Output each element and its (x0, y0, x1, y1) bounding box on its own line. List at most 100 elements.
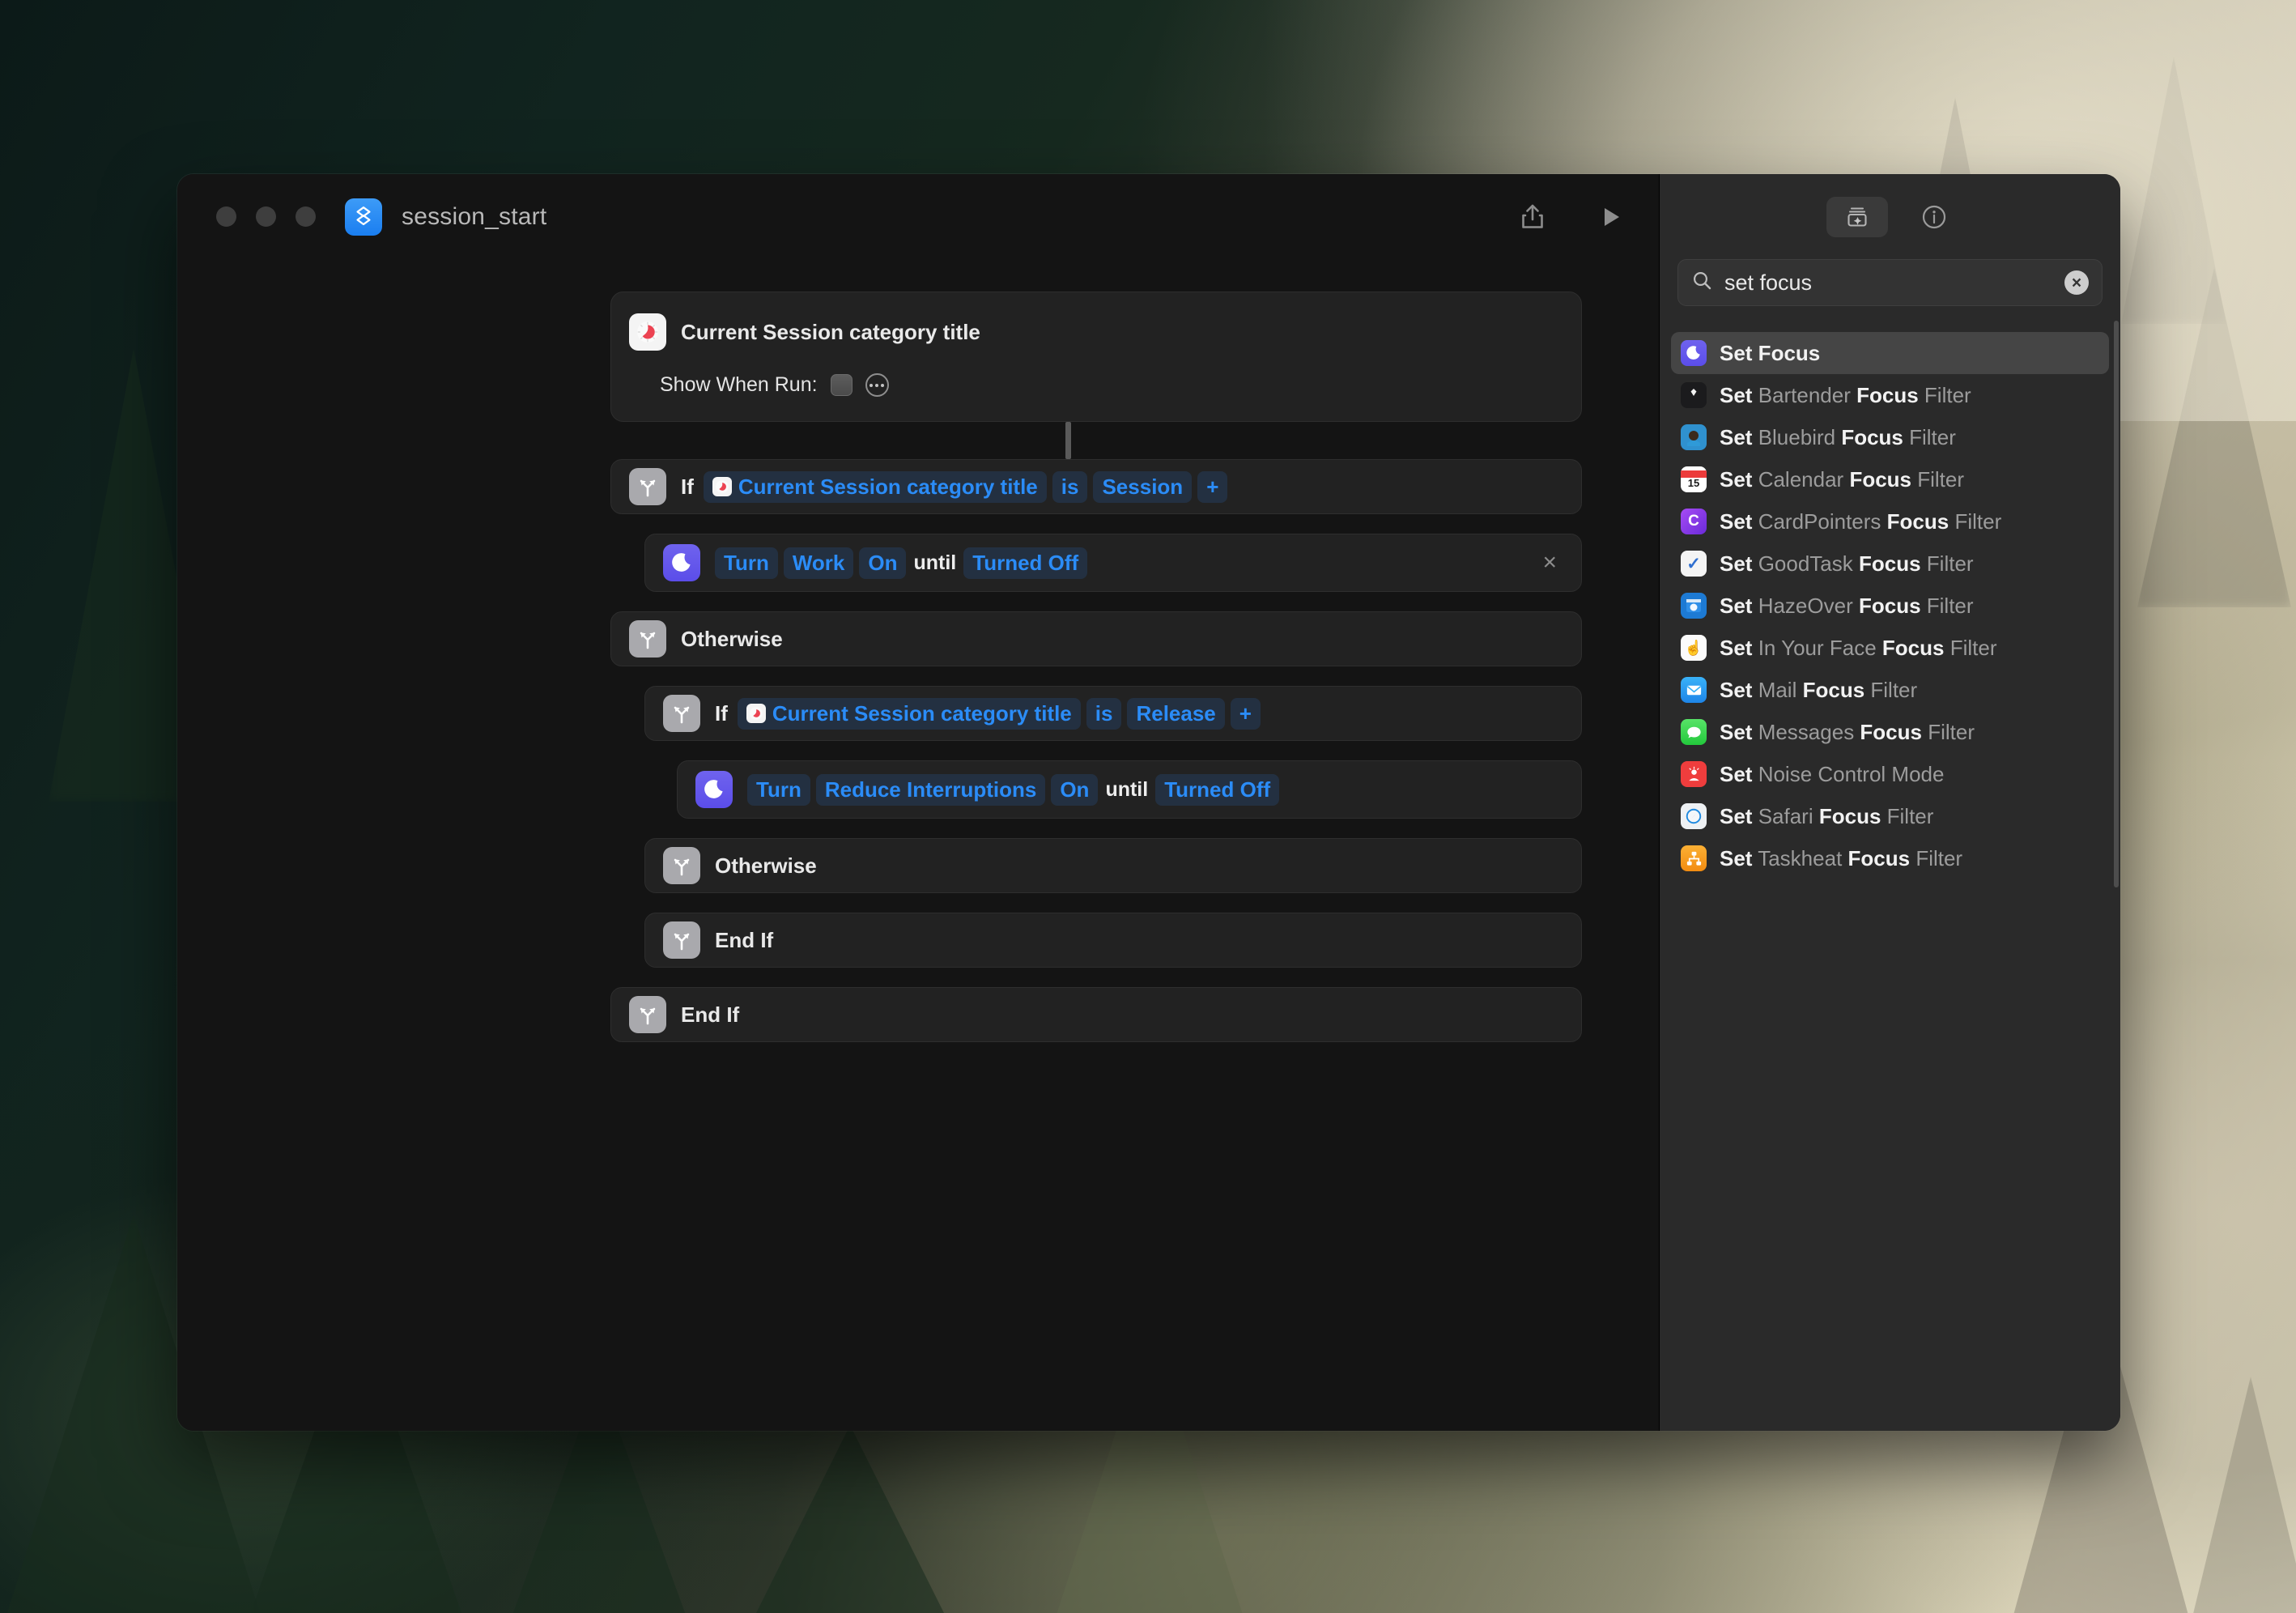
variable-label: Current Session category title (738, 475, 1038, 500)
minimize-button[interactable] (256, 206, 276, 227)
shortcuts-app-icon (345, 198, 382, 236)
run-button[interactable] (1589, 196, 1631, 238)
focus-moon-icon (695, 771, 733, 808)
panel-toolbar (1660, 174, 2120, 259)
branch-icon (629, 468, 666, 505)
show-when-run-toggle[interactable] (831, 374, 852, 396)
operator-token[interactable]: is (1052, 471, 1088, 503)
if-keyword: If (681, 475, 694, 500)
search-area: × (1660, 259, 2120, 306)
clear-search-icon[interactable]: × (2064, 270, 2089, 295)
action-row-end-if-outer[interactable]: End If (610, 987, 1582, 1042)
verb-token[interactable]: Turn (715, 547, 778, 579)
step-connector (1065, 422, 1071, 459)
noise-control-icon (1681, 761, 1707, 787)
session-mini-icon (746, 704, 766, 723)
until-label: until (913, 551, 956, 575)
action-title: Current Session category title (681, 320, 980, 345)
messages-icon (1681, 719, 1707, 745)
result-label: Set Messages Focus Filter (1720, 720, 1975, 745)
add-condition-button[interactable]: + (1231, 698, 1261, 730)
maximize-button[interactable] (296, 206, 316, 227)
action-library-panel: × Set Focus Set Bartender Focus Filter (1659, 174, 2120, 1431)
result-label: Set In Your Face Focus Filter (1720, 636, 1997, 661)
until-value-token[interactable]: Turned Off (1155, 774, 1279, 806)
action-row-set-focus-work[interactable]: Turn Work On until Turned Off × (644, 534, 1582, 592)
focus-moon-icon (1681, 340, 1707, 366)
branch-icon (629, 996, 666, 1033)
remove-action-icon[interactable]: × (1542, 551, 1557, 575)
until-value-token[interactable]: Turned Off (963, 547, 1087, 579)
variable-token[interactable]: Current Session category title (738, 698, 1081, 730)
result-label: Set CardPointers Focus Filter (1720, 509, 2001, 534)
end-if-label: End If (715, 928, 773, 953)
variable-token[interactable]: Current Session category title (704, 471, 1047, 503)
result-item-goodtask[interactable]: ✓ Set GoodTask Focus Filter (1671, 543, 2109, 585)
action-row-end-if-inner[interactable]: End If (644, 913, 1582, 968)
result-item-noise-control[interactable]: Set Noise Control Mode (1671, 753, 2109, 795)
action-row-if-2[interactable]: If Current Session category title is Rel… (644, 686, 1582, 741)
result-label: Set GoodTask Focus Filter (1720, 551, 1974, 577)
branch-icon (663, 695, 700, 732)
state-token[interactable]: On (859, 547, 906, 579)
desktop-wallpaper: session_start (0, 0, 2296, 1613)
shortcuts-window: session_start (177, 174, 2120, 1431)
focus-mode-token[interactable]: Work (784, 547, 854, 579)
result-item-bartender[interactable]: Set Bartender Focus Filter (1671, 374, 2109, 416)
bluebird-icon (1681, 424, 1707, 450)
action-card-session-title[interactable]: Current Session category title Show When… (610, 292, 1582, 422)
result-item-calendar[interactable]: 15 Set Calendar Focus Filter (1671, 458, 2109, 500)
value-token[interactable]: Session (1093, 471, 1192, 503)
calendar-icon: 15 (1681, 466, 1707, 492)
result-item-set-focus[interactable]: Set Focus (1671, 332, 2109, 374)
add-condition-button[interactable]: + (1197, 471, 1227, 503)
otherwise-label: Otherwise (681, 627, 783, 652)
focus-moon-icon (663, 544, 700, 581)
action-row-otherwise-2[interactable]: Otherwise (644, 838, 1582, 893)
branch-icon (663, 847, 700, 884)
search-input[interactable] (1724, 270, 2053, 296)
hazeover-icon (1681, 593, 1707, 619)
focus-mode-token[interactable]: Reduce Interruptions (816, 774, 1045, 806)
shortcut-editor-pane: session_start (177, 174, 1659, 1431)
result-item-taskheat[interactable]: Set Taskheat Focus Filter (1671, 837, 2109, 879)
show-when-run-label: Show When Run: (660, 373, 818, 397)
taskheat-icon (1681, 845, 1707, 871)
until-label: until (1105, 778, 1148, 802)
more-options-icon[interactable] (865, 373, 889, 397)
result-item-hazeover[interactable]: Set HazeOver Focus Filter (1671, 585, 2109, 627)
operator-token[interactable]: is (1086, 698, 1122, 730)
result-item-in-your-face[interactable]: ☝ Set In Your Face Focus Filter (1671, 627, 2109, 669)
branch-icon (663, 921, 700, 959)
result-item-mail[interactable]: Set Mail Focus Filter (1671, 669, 2109, 711)
result-item-bluebird[interactable]: Set Bluebird Focus Filter (1671, 416, 2109, 458)
verb-token[interactable]: Turn (747, 774, 810, 806)
result-label: Set Noise Control Mode (1720, 762, 1944, 787)
result-label: Set Mail Focus Filter (1720, 678, 1917, 703)
if-keyword: If (715, 701, 728, 726)
action-row-otherwise-1[interactable]: Otherwise (610, 611, 1582, 666)
info-icon[interactable] (1914, 197, 1954, 237)
variable-label: Current Session category title (772, 701, 1072, 726)
branch-icon (629, 620, 666, 658)
action-library-button[interactable] (1826, 197, 1888, 237)
result-label: Set Bartender Focus Filter (1720, 383, 1971, 408)
result-label: Set Calendar Focus Filter (1720, 467, 1964, 492)
search-results-list: Set Focus Set Bartender Focus Filter Set… (1660, 332, 2120, 879)
result-label: Set Taskheat Focus Filter (1720, 846, 1962, 871)
state-token[interactable]: On (1051, 774, 1098, 806)
editor-toolbar (1512, 174, 1631, 259)
search-box[interactable]: × (1677, 259, 2103, 306)
session-mini-icon (712, 477, 732, 496)
action-row-set-focus-reduce[interactable]: Turn Reduce Interruptions On until Turne… (677, 760, 1582, 819)
share-button[interactable] (1512, 196, 1554, 238)
result-item-cardpointers[interactable]: C Set CardPointers Focus Filter (1671, 500, 2109, 543)
result-item-messages[interactable]: Set Messages Focus Filter (1671, 711, 2109, 753)
value-token[interactable]: Release (1127, 698, 1224, 730)
results-scrollbar[interactable] (2114, 321, 2119, 887)
action-row-if-1[interactable]: If Current Session category title is Ses… (610, 459, 1582, 514)
result-item-safari[interactable]: Set Safari Focus Filter (1671, 795, 2109, 837)
window-controls (216, 206, 316, 227)
close-button[interactable] (216, 206, 236, 227)
end-if-label: End If (681, 1002, 739, 1028)
